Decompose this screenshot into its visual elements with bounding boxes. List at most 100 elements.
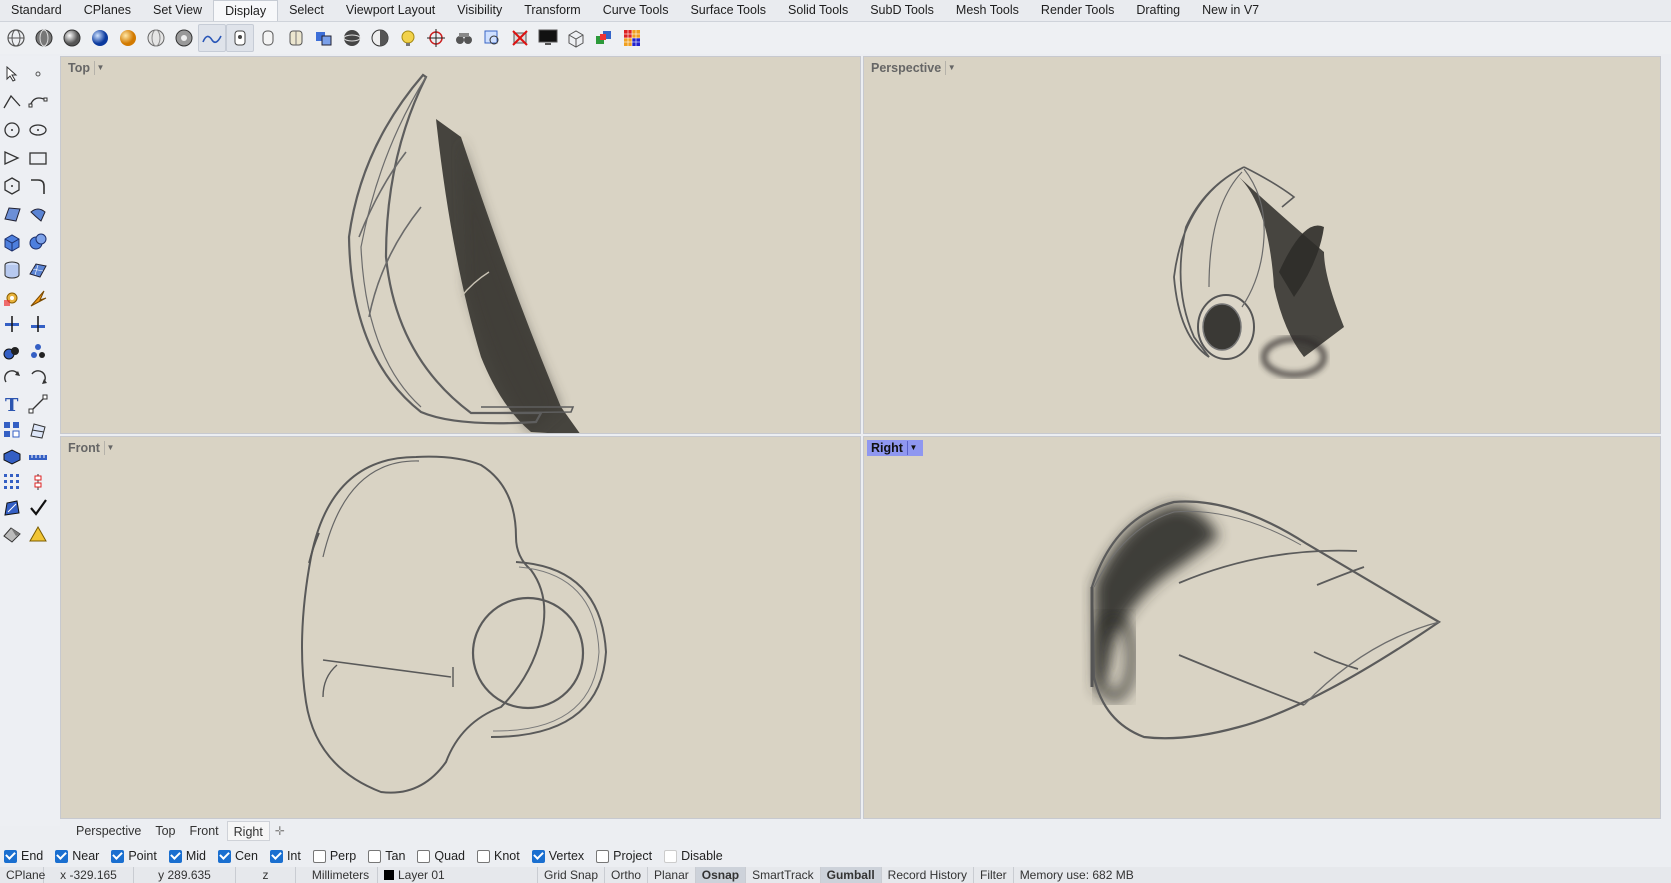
wireframe-display-icon[interactable] (2, 24, 30, 52)
polygon-icon[interactable] (0, 174, 24, 198)
rebuild-icon[interactable] (26, 470, 50, 494)
grid-points-icon[interactable] (0, 470, 24, 494)
mesh-plane-icon[interactable] (26, 258, 50, 282)
edit-points-icon[interactable] (26, 418, 50, 442)
xray-display-icon[interactable] (170, 24, 198, 52)
box-wireframe-icon[interactable] (562, 24, 590, 52)
pen-display-icon[interactable] (198, 24, 226, 52)
osnap-checkbox[interactable] (269, 849, 283, 863)
layer-selector[interactable]: Layer 01 (378, 867, 538, 883)
shade-selected-icon[interactable] (310, 24, 338, 52)
isocurve-icon[interactable] (282, 24, 310, 52)
rectangle-icon[interactable] (26, 146, 50, 170)
osnap-disable[interactable]: Disable (664, 849, 723, 863)
units-label[interactable]: Millimeters (296, 867, 378, 883)
point-icon[interactable] (26, 62, 50, 86)
smarttrack-toggle[interactable]: SmartTrack (746, 867, 821, 883)
tab-viewport-layout[interactable]: Viewport Layout (335, 0, 446, 21)
trim-icon[interactable] (26, 312, 50, 336)
monitor-icon[interactable] (534, 24, 562, 52)
tab-surface-tools[interactable]: Surface Tools (679, 0, 777, 21)
osnap-near[interactable]: Near (55, 849, 99, 863)
tab-set-view[interactable]: Set View (142, 0, 213, 21)
osnap-tan[interactable]: Tan (368, 849, 405, 863)
split-icon[interactable] (0, 312, 24, 336)
osnap-quad[interactable]: Quad (417, 849, 465, 863)
viewport-tab-top[interactable]: Top (149, 821, 181, 841)
boolean-solid-icon[interactable] (26, 230, 50, 254)
text-icon[interactable]: T (0, 392, 24, 416)
select-arrow-icon[interactable] (0, 62, 24, 86)
color-grid-icon[interactable] (618, 24, 646, 52)
gold-sphere-display-icon[interactable] (114, 24, 142, 52)
render-icon[interactable] (26, 522, 50, 546)
tab-display[interactable]: Display (213, 0, 279, 21)
curve-icon[interactable] (26, 90, 50, 114)
osnap-knot[interactable]: Knot (477, 849, 520, 863)
osnap-checkbox[interactable] (596, 849, 610, 863)
dimension-icon[interactable] (26, 392, 50, 416)
cylinder-icon[interactable] (0, 258, 24, 282)
tab-select[interactable]: Select (278, 0, 335, 21)
osnap-int[interactable]: Int (269, 849, 301, 863)
osnap-checkbox[interactable] (312, 849, 326, 863)
osnap-checkbox[interactable] (111, 849, 125, 863)
osnap-checkbox[interactable] (218, 849, 231, 863)
top-viewport[interactable]: Top ▼ (60, 56, 861, 434)
component-icon[interactable] (254, 24, 282, 52)
blue-sphere-display-icon[interactable] (86, 24, 114, 52)
light-bulb-icon[interactable] (394, 24, 422, 52)
shaded-display-icon[interactable] (30, 24, 58, 52)
osnap-checkbox[interactable] (417, 849, 431, 863)
grid-snap-toggle[interactable]: Grid Snap (538, 867, 606, 883)
osnap-mid[interactable]: Mid (168, 849, 206, 863)
tab-render-tools[interactable]: Render Tools (1030, 0, 1125, 21)
tab-solid-tools[interactable]: Solid Tools (777, 0, 859, 21)
check-icon[interactable] (26, 496, 50, 520)
record-history-toggle[interactable]: Record History (882, 867, 975, 883)
osnap-checkbox[interactable] (55, 849, 69, 863)
osnap-cen[interactable]: Cen (218, 849, 258, 863)
half-shaded-icon[interactable] (366, 24, 394, 52)
ungroup-icon[interactable] (26, 340, 50, 364)
ortho-toggle[interactable]: Ortho (605, 867, 649, 883)
fillet-curve-icon[interactable] (26, 174, 50, 198)
tab-visibility[interactable]: Visibility (446, 0, 513, 21)
box-solid-icon[interactable] (0, 230, 24, 254)
tab-curve-tools[interactable]: Curve Tools (592, 0, 680, 21)
viewport-tab-right[interactable]: Right (226, 821, 270, 841)
tab-subd-tools[interactable]: SubD Tools (859, 0, 945, 21)
extrude-icon[interactable] (0, 444, 24, 468)
layers-cube-icon[interactable] (590, 24, 618, 52)
circle-icon[interactable] (0, 118, 24, 142)
display-mode-sphere-icon[interactable] (338, 24, 366, 52)
osnap-checkbox[interactable] (368, 849, 382, 863)
arc-icon[interactable] (0, 146, 24, 170)
tab-drafting[interactable]: Drafting (1125, 0, 1191, 21)
planar-toggle[interactable]: Planar (648, 867, 696, 883)
viewport-tab-front[interactable]: Front (183, 821, 224, 841)
gumball-toggle[interactable]: Gumball (820, 867, 882, 883)
osnap-toggle[interactable]: Osnap (695, 867, 747, 883)
osnap-perp[interactable]: Perp (312, 849, 356, 863)
osnap-point[interactable]: Point (111, 849, 157, 863)
osnap-checkbox[interactable] (664, 849, 678, 863)
loft-surface-icon[interactable] (26, 202, 50, 226)
osnap-checkbox[interactable] (531, 849, 545, 863)
group-icon[interactable] (0, 340, 24, 364)
array-icon[interactable] (0, 418, 24, 442)
target-icon[interactable] (422, 24, 450, 52)
osnap-project[interactable]: Project (596, 849, 652, 863)
osnap-end[interactable]: End (4, 849, 43, 863)
tab-transform[interactable]: Transform (513, 0, 592, 21)
rotate-icon[interactable] (0, 366, 24, 390)
osnap-checkbox[interactable] (477, 849, 490, 863)
viewport-tab-perspective[interactable]: Perspective (70, 821, 147, 841)
osnap-vertex[interactable]: Vertex (531, 849, 584, 863)
rendered-display-icon[interactable] (58, 24, 86, 52)
osnap-checkbox[interactable] (4, 849, 17, 863)
analyze-icon[interactable] (0, 496, 24, 520)
ellipse-icon[interactable] (26, 118, 50, 142)
render-mesh-icon[interactable] (0, 522, 24, 546)
polyline-icon[interactable] (0, 90, 24, 114)
